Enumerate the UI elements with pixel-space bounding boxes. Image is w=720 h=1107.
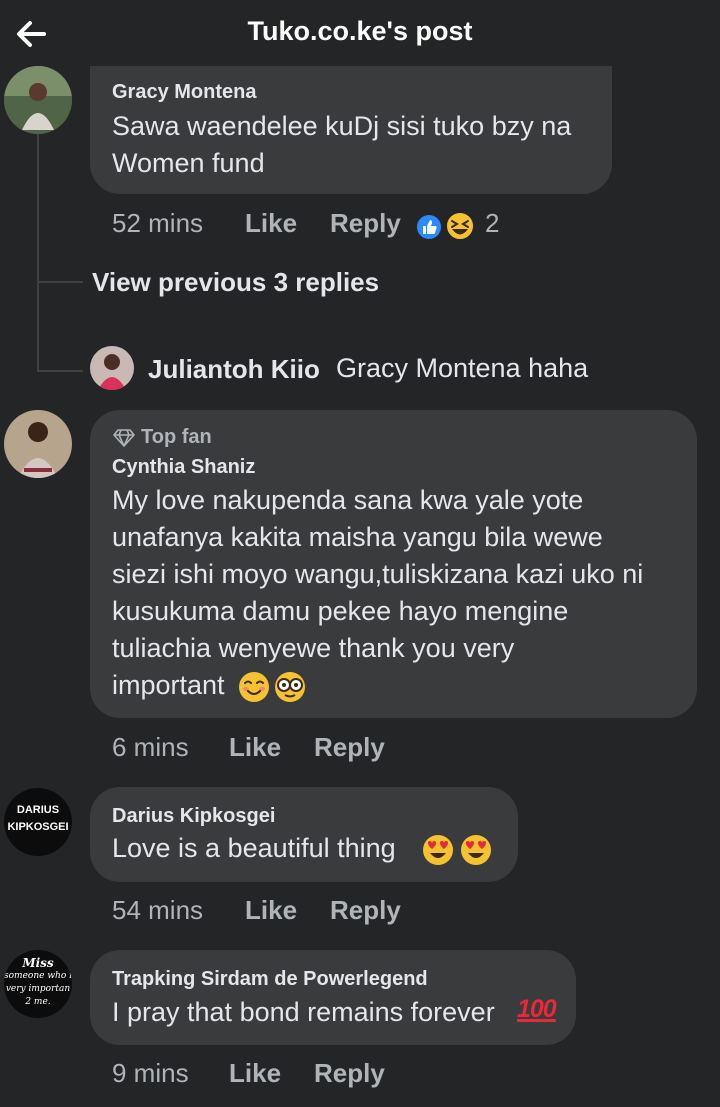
thread-line-branch-1 bbox=[37, 281, 83, 283]
comment-time: 9 mins bbox=[112, 1058, 189, 1088]
reply-author[interactable]: Juliantoh Kiio bbox=[148, 354, 320, 385]
avatar-juliantoh-kiio[interactable] bbox=[90, 346, 134, 390]
avatar-text-line: KIPKOSGEI bbox=[7, 821, 69, 833]
diamond-icon bbox=[113, 429, 135, 447]
thread-line-branch-2 bbox=[37, 370, 83, 372]
comment-text-line: I pray that bond remains forever bbox=[112, 997, 495, 1027]
comment-text-line: Sawa waendelee kuDj sisi tuko bzy na bbox=[112, 111, 572, 141]
avatar-gracy-montena[interactable] bbox=[4, 66, 72, 134]
nerd-face-emoji-icon bbox=[275, 672, 305, 702]
comment-author[interactable]: Gracy Montena bbox=[112, 81, 256, 104]
smiling-blush-emoji-icon bbox=[239, 672, 269, 702]
avatar-cynthia-shaniz[interactable] bbox=[4, 410, 72, 478]
reaction-count: 2 bbox=[485, 208, 500, 238]
comment-author[interactable]: Cynthia Shaniz bbox=[112, 456, 255, 479]
like-button[interactable]: Like bbox=[245, 208, 297, 239]
comment-text-line: Love is a beautiful thing bbox=[112, 833, 396, 863]
page-title: Tuko.co.ke's post bbox=[247, 16, 473, 46]
comment-text-line: siezi ishi moyo wangu,tuliskizana kazi u… bbox=[112, 559, 644, 589]
heart-eyes-emoji-icon bbox=[461, 835, 491, 865]
like-button[interactable]: Like bbox=[229, 732, 281, 763]
comment-time: 52 mins bbox=[112, 208, 204, 238]
comment-text-line: My love nakupenda sana kwa yale yote bbox=[112, 485, 584, 515]
comment-text-line: tuliachia wenyewe thank you very bbox=[112, 633, 515, 663]
top-fan-label: Top fan bbox=[141, 426, 212, 448]
avatar-photo-icon bbox=[4, 410, 72, 478]
heart-eyes-emoji-icon bbox=[423, 835, 453, 865]
avatar-text-line: Miss bbox=[22, 956, 54, 970]
comment-text-line: important bbox=[112, 670, 225, 700]
avatar-text-line: DARIUS bbox=[16, 804, 60, 816]
like-button[interactable]: Like bbox=[245, 895, 297, 926]
avatar-trapking-sirdam[interactable]: Miss someone who i very importan 2 me. bbox=[4, 950, 72, 1018]
view-previous-replies[interactable]: View previous 3 replies bbox=[92, 267, 379, 298]
hundred-points-emoji-icon: 100 bbox=[517, 995, 557, 1023]
thumbs-up-reaction-icon bbox=[415, 213, 443, 241]
avatar-photo-icon bbox=[90, 346, 134, 390]
thread-line-vertical bbox=[37, 128, 39, 372]
reply-button[interactable]: Reply bbox=[330, 208, 401, 239]
reply-text: Gracy Montena haha bbox=[336, 353, 589, 383]
avatar-text-line: someone who i bbox=[4, 971, 72, 981]
comment-author[interactable]: Darius Kipkosgei bbox=[112, 805, 275, 828]
avatar-photo-icon bbox=[4, 66, 72, 134]
laughing-face-reaction-icon bbox=[445, 211, 475, 241]
reply-button[interactable]: Reply bbox=[330, 895, 401, 926]
reply-button[interactable]: Reply bbox=[314, 1058, 385, 1089]
comment-text-line: unafanya kakita maisha yangu bila wewe bbox=[112, 522, 603, 552]
avatar-text-line: 2 me. bbox=[25, 997, 51, 1007]
like-button[interactable]: Like bbox=[229, 1058, 281, 1089]
comment-text-line: Women fund bbox=[112, 148, 265, 178]
comment-author[interactable]: Trapking Sirdam de Powerlegend bbox=[112, 968, 428, 991]
reactions-summary[interactable]: 2 bbox=[414, 208, 504, 242]
comment-time: 54 mins bbox=[112, 895, 204, 925]
reply-button[interactable]: Reply bbox=[314, 732, 385, 763]
avatar-text-line: very importan bbox=[5, 984, 71, 994]
comment-text-line: kusukuma damu pekee hayo mengine bbox=[112, 596, 569, 626]
comment-time: 6 mins bbox=[112, 732, 189, 762]
top-bar: Tuko.co.ke's post bbox=[0, 0, 720, 70]
avatar-darius-kipkosgei[interactable]: DARIUS KIPKOSGEI bbox=[4, 788, 72, 856]
